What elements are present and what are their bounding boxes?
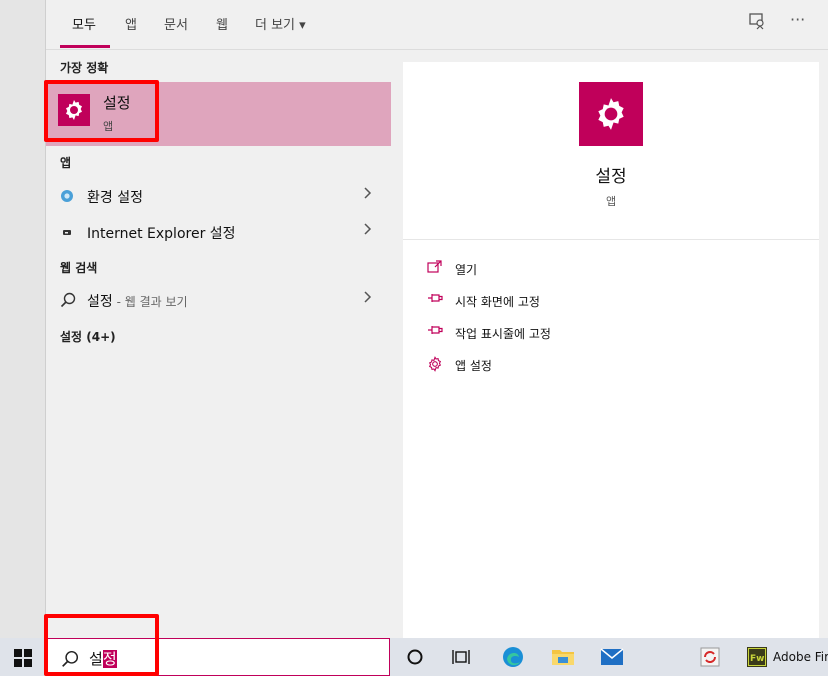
annotation-highlight-search-box bbox=[44, 614, 159, 676]
file-explorer-icon[interactable] bbox=[551, 645, 575, 669]
chevron-right-icon[interactable] bbox=[363, 290, 373, 308]
apps-heading: 앱 bbox=[60, 156, 72, 170]
action-label: 시작 화면에 고정 bbox=[455, 295, 540, 309]
detail-app-name: 설정 bbox=[595, 167, 627, 187]
pin-icon bbox=[427, 292, 443, 308]
tab-more[interactable]: 더 보기 ▾ bbox=[255, 14, 306, 33]
svg-text:Fw: Fw bbox=[750, 654, 764, 664]
chevron-right-icon[interactable] bbox=[363, 222, 373, 240]
fireworks-app-icon[interactable]: Fw bbox=[745, 645, 769, 669]
search-icon bbox=[60, 292, 76, 308]
annotation-highlight-best-match bbox=[44, 80, 159, 142]
action-label: 열기 bbox=[455, 263, 478, 277]
search-panel: 모두 앱 문서 웹 더 보기 ▾ ··· 가장 정확 설정 앱 앱 환경 설정 bbox=[46, 0, 828, 638]
web-search-heading: 웹 검색 bbox=[60, 261, 98, 275]
control-panel-icon bbox=[60, 188, 74, 202]
result-label: Internet Explorer 설정 bbox=[87, 226, 236, 242]
tab-all[interactable]: 모두 bbox=[72, 14, 96, 33]
filter-tabs-bar: 모두 앱 문서 웹 더 보기 ▾ ··· bbox=[46, 0, 828, 50]
fireworks-app-label[interactable]: Adobe Fire bbox=[773, 650, 828, 664]
tab-documents[interactable]: 문서 bbox=[164, 14, 188, 33]
action-label: 앱 설정 bbox=[455, 359, 492, 373]
detail-app-type: 앱 bbox=[605, 195, 617, 208]
feedback-icon[interactable] bbox=[748, 12, 766, 34]
pin-icon bbox=[427, 324, 443, 340]
windows-start-icon[interactable] bbox=[14, 649, 32, 667]
task-view-icon[interactable] bbox=[450, 645, 474, 669]
result-web-search[interactable]: 설정 - 웹 결과 보기 bbox=[46, 283, 391, 317]
cortana-icon[interactable] bbox=[403, 645, 427, 669]
web-result-label: 설정 - 웹 결과 보기 bbox=[87, 294, 188, 310]
tab-web[interactable]: 웹 bbox=[216, 14, 228, 33]
result-label: 환경 설정 bbox=[87, 190, 143, 206]
web-result-sub: - 웹 결과 보기 bbox=[112, 295, 188, 309]
settings-gear-icon bbox=[579, 82, 643, 146]
ie-settings-icon bbox=[60, 224, 74, 238]
tab-apps[interactable]: 앱 bbox=[125, 14, 137, 33]
desktop-edge bbox=[0, 0, 46, 638]
detail-divider bbox=[403, 239, 819, 240]
chevron-right-icon[interactable] bbox=[363, 186, 373, 204]
detail-pane: 설정 앱 열기 시작 화면에 고정 작업 표시줄에 고정 앱 설정 bbox=[403, 62, 819, 638]
result-control-panel[interactable]: 환경 설정 bbox=[46, 179, 391, 213]
settings-count-heading[interactable]: 설정 (4+) bbox=[60, 328, 116, 345]
edge-browser-icon[interactable] bbox=[501, 645, 525, 669]
gear-icon bbox=[427, 356, 443, 376]
open-icon bbox=[427, 260, 443, 278]
result-ie-settings[interactable]: Internet Explorer 설정 bbox=[46, 215, 391, 249]
best-match-heading: 가장 정확 bbox=[60, 61, 109, 75]
mail-icon[interactable] bbox=[600, 645, 624, 669]
active-tab-indicator bbox=[60, 45, 110, 48]
sync-app-icon[interactable] bbox=[698, 645, 722, 669]
action-label: 작업 표시줄에 고정 bbox=[455, 327, 551, 341]
more-options-icon[interactable]: ··· bbox=[790, 10, 805, 29]
